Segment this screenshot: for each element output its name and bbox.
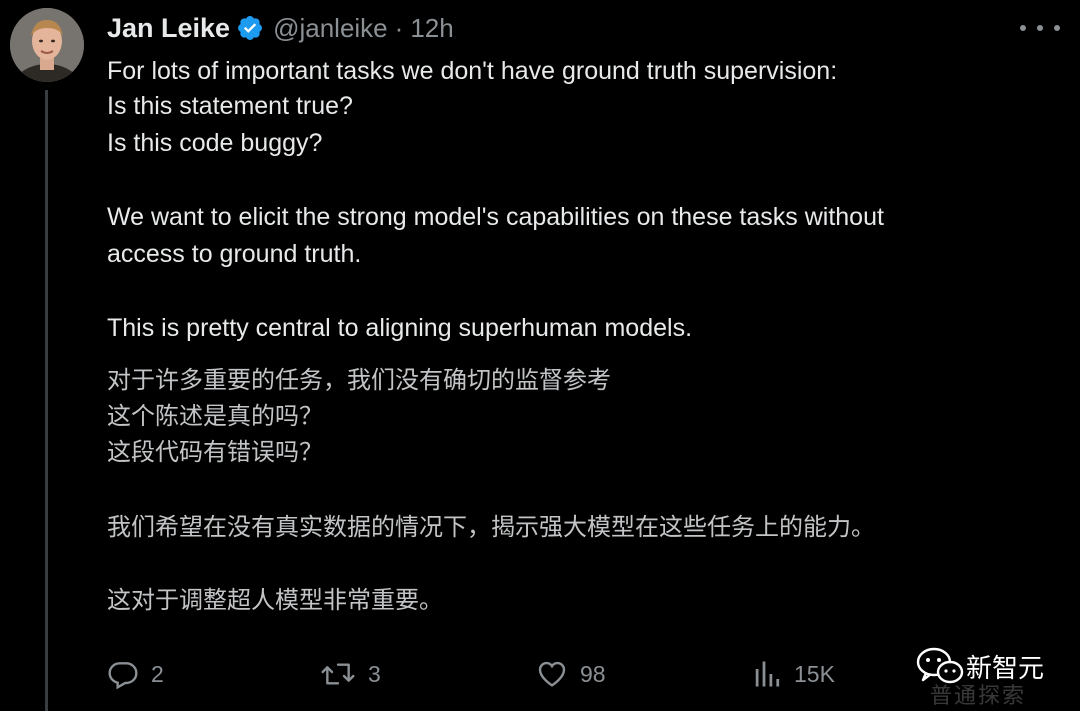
avatar-image (10, 8, 84, 82)
heart-icon (538, 661, 566, 687)
like-count: 98 (580, 660, 606, 687)
views-button[interactable]: 15K (752, 656, 835, 692)
tweet-text-line: This is pretty central to aligning super… (107, 314, 693, 342)
translation-line: 我们希望在没有真实数据的情况下，揭示强大模型在这些任务上的能力。 (107, 513, 875, 541)
translation-line: 这对于调整超人模型非常重要。 (107, 586, 443, 614)
retweet-button[interactable]: 3 (320, 656, 381, 692)
tweet-text-line: We want to elicit the strong model's cap… (107, 203, 884, 231)
tweet-text-line: For lots of important tasks we don't hav… (107, 57, 838, 85)
tweet-text-line: Is this statement true? (107, 92, 353, 120)
view-count: 15K (794, 660, 835, 687)
timestamp[interactable]: 12h (410, 13, 453, 44)
tweet: Jan Leike @janleike · 12h For lots of im… (0, 0, 1080, 711)
translation-line: 这段代码有错误吗？ (107, 438, 323, 466)
author-name[interactable]: Jan Leike (107, 13, 230, 44)
verified-badge-icon (236, 14, 264, 42)
separator-dot: · (394, 12, 404, 43)
retweet-count: 3 (368, 660, 381, 687)
tweet-text-line: Is this code buggy? (107, 129, 323, 157)
author-handle[interactable]: @janleike (273, 13, 388, 44)
reply-count: 2 (151, 660, 164, 687)
translation-line: 这个陈述是真的吗？ (107, 402, 323, 430)
translation-line: 对于许多重要的任务，我们没有确切的监督参考 (107, 366, 611, 394)
avatar[interactable] (10, 8, 84, 82)
like-button[interactable]: 98 (536, 656, 606, 692)
tweet-header: Jan Leike @janleike · 12h (107, 10, 454, 46)
more-options-icon[interactable] (1020, 18, 1060, 38)
watermark: 新智元 普通探索 (912, 640, 1062, 709)
retweet-icon (321, 663, 355, 685)
tweet-text-line: access to ground truth. (107, 240, 362, 268)
reply-button[interactable]: 2 (107, 656, 164, 692)
analytics-icon (755, 661, 780, 687)
watermark-subtext: 普通探索 (930, 684, 1027, 709)
reply-icon (108, 662, 138, 690)
thread-line (45, 90, 48, 711)
